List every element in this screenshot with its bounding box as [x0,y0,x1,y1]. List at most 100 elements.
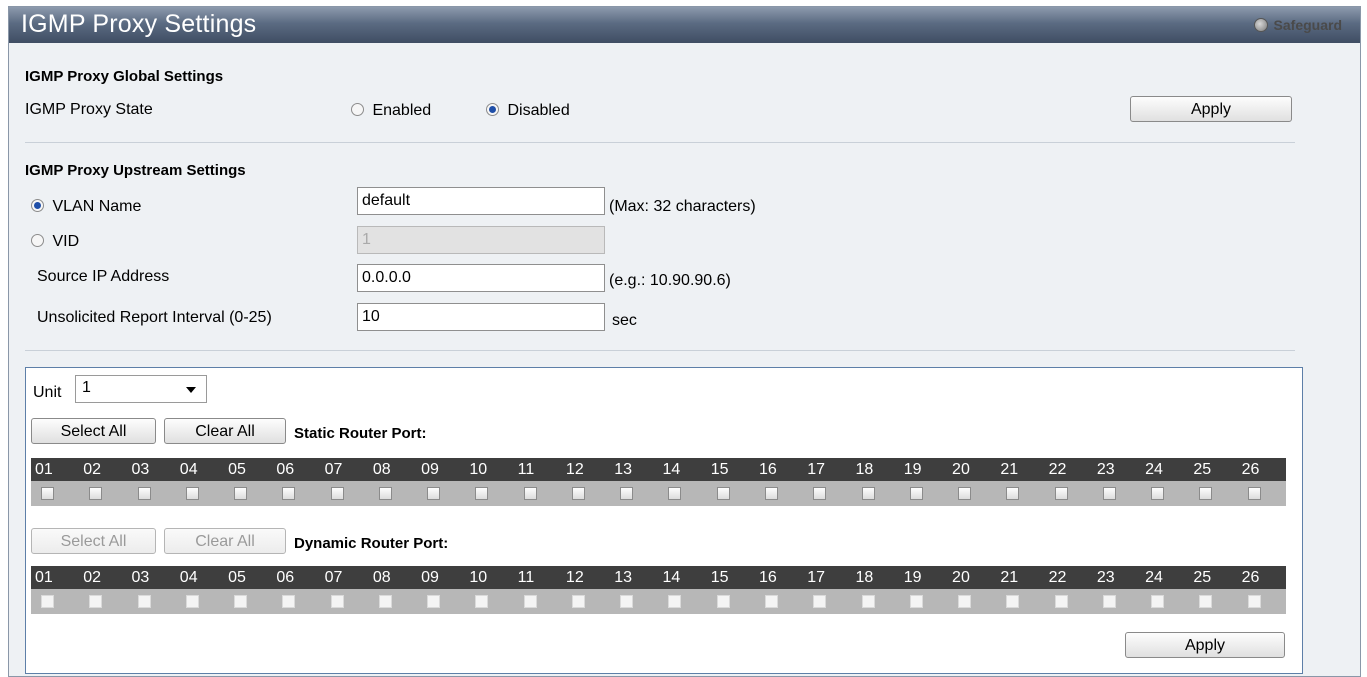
port-number: 20 [952,460,970,478]
port-checkbox[interactable] [813,595,827,608]
vid-radio[interactable] [31,234,44,247]
port-checkbox[interactable] [1006,595,1020,608]
port-checkbox[interactable] [861,595,875,608]
port-checkbox[interactable] [1102,487,1116,500]
port-checkbox[interactable] [185,595,199,608]
port-checkbox[interactable] [330,595,344,608]
enabled-label: Enabled [372,102,432,119]
port-checkbox[interactable] [716,595,730,608]
port-checkbox[interactable] [137,487,151,500]
port-checkbox[interactable] [1247,595,1261,608]
vlan-name-radio[interactable] [31,199,44,212]
disabled-radio[interactable] [486,103,499,116]
port-checkbox-cell [658,481,706,506]
vid-label: VID [52,233,80,250]
port-checkbox[interactable] [523,595,537,608]
port-checkbox[interactable] [475,487,489,500]
port-checkbox[interactable] [185,487,199,500]
port-checkbox[interactable] [909,595,923,608]
port-checkbox[interactable] [1151,595,1165,608]
port-checkbox[interactable] [1151,487,1165,500]
port-checkbox[interactable] [1199,487,1213,500]
dynamic-port-checkbox-row [31,589,1286,614]
vlan-name-input[interactable] [357,187,605,215]
port-checkbox[interactable] [620,595,634,608]
port-number: 17 [807,568,826,586]
port-checkbox[interactable] [813,487,827,500]
port-checkbox-cell [514,589,562,614]
port-checkbox-cell [996,481,1044,506]
enabled-radio[interactable] [351,103,364,116]
interval-input[interactable] [357,303,605,331]
port-checkbox-cell [1141,589,1189,614]
port-checkbox[interactable] [764,487,778,500]
vid-option[interactable]: VID [31,233,79,251]
unit-select[interactable]: 1 [75,375,207,403]
port-checkbox-cell [562,481,610,506]
vlan-name-option[interactable]: VLAN Name [31,198,141,216]
port-number: 21 [1000,568,1019,586]
port-checkbox[interactable] [282,487,296,500]
port-checkbox-cell [272,481,320,506]
port-number: 03 [131,460,150,478]
ports-apply-button[interactable]: Apply [1125,632,1285,658]
source-ip-input[interactable] [357,264,605,292]
port-checkbox[interactable] [234,487,248,500]
port-checkbox[interactable] [137,595,151,608]
disabled-label: Disabled [507,102,570,119]
port-number: 07 [324,568,343,586]
port-checkbox-cell [1189,481,1237,506]
port-checkbox[interactable] [571,487,585,500]
port-checkbox[interactable] [378,595,392,608]
port-number: 09 [421,460,439,478]
port-checkbox[interactable] [1054,595,1068,608]
port-checkbox[interactable] [958,487,972,500]
port-number: 02 [83,460,102,478]
port-checkbox[interactable] [716,487,730,500]
port-checkbox[interactable] [1102,595,1116,608]
port-number: 08 [372,460,391,478]
port-checkbox[interactable] [234,595,248,608]
proxy-state-enabled-option[interactable]: Enabled [351,102,431,120]
port-checkbox[interactable] [523,487,537,500]
static-select-all-button[interactable]: Select All [31,418,156,444]
port-checkbox[interactable] [41,487,54,500]
port-checkbox[interactable] [571,595,585,608]
port-checkbox[interactable] [330,487,344,500]
port-checkbox-cell [1238,481,1286,506]
vid-input[interactable] [357,226,605,254]
port-number: 13 [614,460,632,478]
port-number: 05 [228,460,246,478]
dynamic-select-all-button[interactable]: Select All [31,528,156,554]
port-checkbox[interactable] [378,487,392,500]
proxy-state-disabled-option[interactable]: Disabled [486,102,570,120]
port-checkbox[interactable] [909,487,923,500]
port-checkbox[interactable] [620,487,634,500]
port-checkbox-cell [272,589,320,614]
port-number: 12 [565,460,584,478]
port-number: 10 [469,460,488,478]
port-number: 26 [1241,568,1260,586]
port-checkbox[interactable] [475,595,489,608]
port-checkbox[interactable] [668,595,682,608]
global-apply-button[interactable]: Apply [1130,96,1292,122]
port-checkbox[interactable] [1006,487,1020,500]
port-checkbox[interactable] [1054,487,1068,500]
vlan-name-label: VLAN Name [52,198,142,215]
port-checkbox[interactable] [41,595,54,608]
port-checkbox[interactable] [427,487,441,500]
port-checkbox[interactable] [427,595,441,608]
port-checkbox[interactable] [89,487,103,500]
port-checkbox[interactable] [861,487,875,500]
static-clear-all-button[interactable]: Clear All [164,418,286,444]
page-title: IGMP Proxy Settings [21,10,257,38]
port-checkbox[interactable] [282,595,296,608]
port-checkbox[interactable] [1199,595,1213,608]
port-checkbox[interactable] [958,595,972,608]
port-checkbox[interactable] [89,595,103,608]
port-checkbox[interactable] [668,487,682,500]
port-checkbox[interactable] [1247,487,1261,500]
port-checkbox-cell [128,481,176,506]
dynamic-clear-all-button[interactable]: Clear All [164,528,286,554]
port-checkbox[interactable] [764,595,778,608]
